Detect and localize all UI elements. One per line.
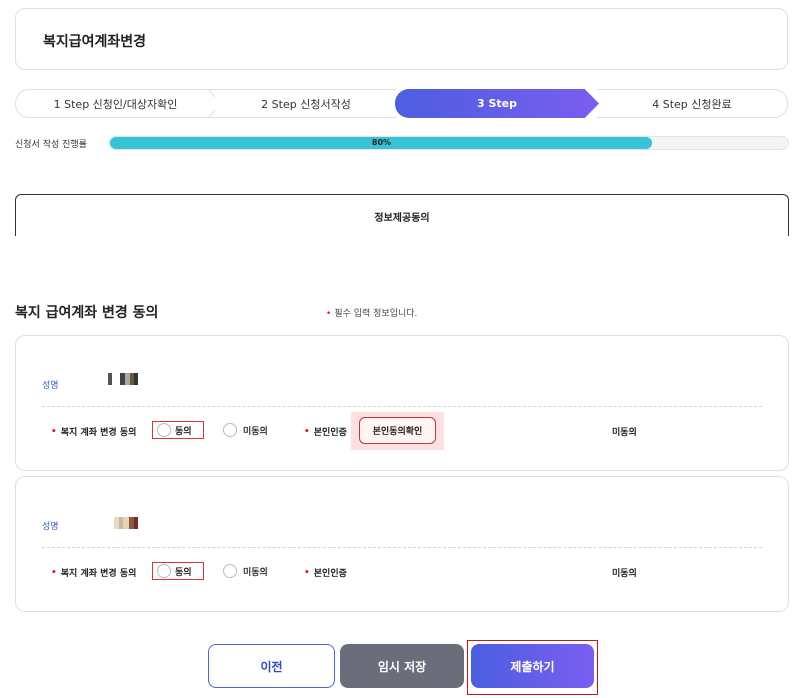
divider [42, 547, 762, 548]
required-mark: • [304, 426, 310, 437]
required-mark: • [51, 567, 57, 578]
consent-status: 미동의 [612, 428, 637, 438]
agree-radio[interactable]: 동의 [152, 421, 204, 439]
consent-label: • 복지 계좌 변경 동의 [51, 567, 137, 580]
consent-row: • 복지 계좌 변경 동의 동의 미동의 • 본인인증 본인동의확인 미동의 [16, 412, 788, 450]
required-note-text: 필수 입력 정보입니다. [334, 309, 418, 319]
step-indicator: 1 Step 신청인/대상자확인 2 Step 신청서작성 4 Step 신청완… [15, 89, 788, 118]
prev-button[interactable]: 이전 [208, 644, 335, 688]
disagree-radio[interactable]: 미동의 [223, 423, 268, 437]
radio-circle-icon [157, 423, 171, 437]
section-title: 복지 급여계좌 변경 동의 [15, 305, 159, 321]
tab-label: 정보제공동의 [374, 213, 430, 224]
verify-highlight: 본인동의확인 [351, 412, 444, 450]
consent-row: • 복지 계좌 변경 동의 동의 미동의 • 본인인증 미동의 [16, 562, 788, 584]
consent-label: • 복지 계좌 변경 동의 [51, 426, 137, 439]
radio-circle-icon [223, 564, 237, 578]
progress-text: 80% [371, 138, 392, 147]
divider [42, 406, 762, 407]
step-1-label: 1 Step 신청인/대상자확인 [53, 97, 178, 111]
radio-circle-icon [157, 564, 171, 578]
progress-label: 신청서 작성 진행률 [15, 140, 87, 150]
auth-label: • 본인인증 [304, 567, 347, 580]
name-label: 성명 [42, 522, 59, 532]
required-note: • 필수 입력 정보입니다. [326, 306, 417, 319]
agree-radio[interactable]: 동의 [152, 562, 204, 580]
page-title: 복지급여계좌변경 [43, 34, 147, 50]
step-4: 4 Step 신청완료 [597, 89, 788, 118]
masked-name [114, 517, 138, 529]
person-card: 성명 • 복지 계좌 변경 동의 동의 미동의 • 본인인증 미동의 [15, 476, 789, 612]
step-2: 2 Step 신청서작성 [215, 89, 397, 118]
progress-bar: 80% [109, 136, 789, 150]
verify-consent-button[interactable]: 본인동의확인 [359, 417, 436, 444]
step-3-label: 3 Step [477, 97, 517, 110]
consent-status: 미동의 [612, 569, 637, 579]
person-card: 성명 • 복지 계좌 변경 동의 동의 미동의 • 본인인증 본인동의확인 미동의 [15, 335, 789, 471]
required-mark: • [51, 426, 57, 437]
page-title-card: 복지급여계좌변경 [15, 8, 788, 70]
name-label: 성명 [42, 381, 59, 391]
radio-circle-icon [223, 423, 237, 437]
step-3-active: 3 Step [395, 89, 599, 118]
disagree-radio[interactable]: 미동의 [223, 564, 268, 578]
temp-save-button[interactable]: 임시 저장 [340, 644, 464, 688]
masked-name [108, 373, 138, 385]
step-1: 1 Step 신청인/대상자확인 [15, 89, 215, 118]
step-2-label: 2 Step 신청서작성 [261, 97, 351, 111]
auth-label: • 본인인증 [304, 426, 347, 439]
required-mark: • [304, 567, 310, 578]
step-4-label: 4 Step 신청완료 [652, 97, 732, 111]
tab-info-consent[interactable]: 정보제공동의 [15, 194, 789, 236]
required-mark: • [326, 309, 332, 319]
submit-button[interactable]: 제출하기 [471, 644, 594, 688]
